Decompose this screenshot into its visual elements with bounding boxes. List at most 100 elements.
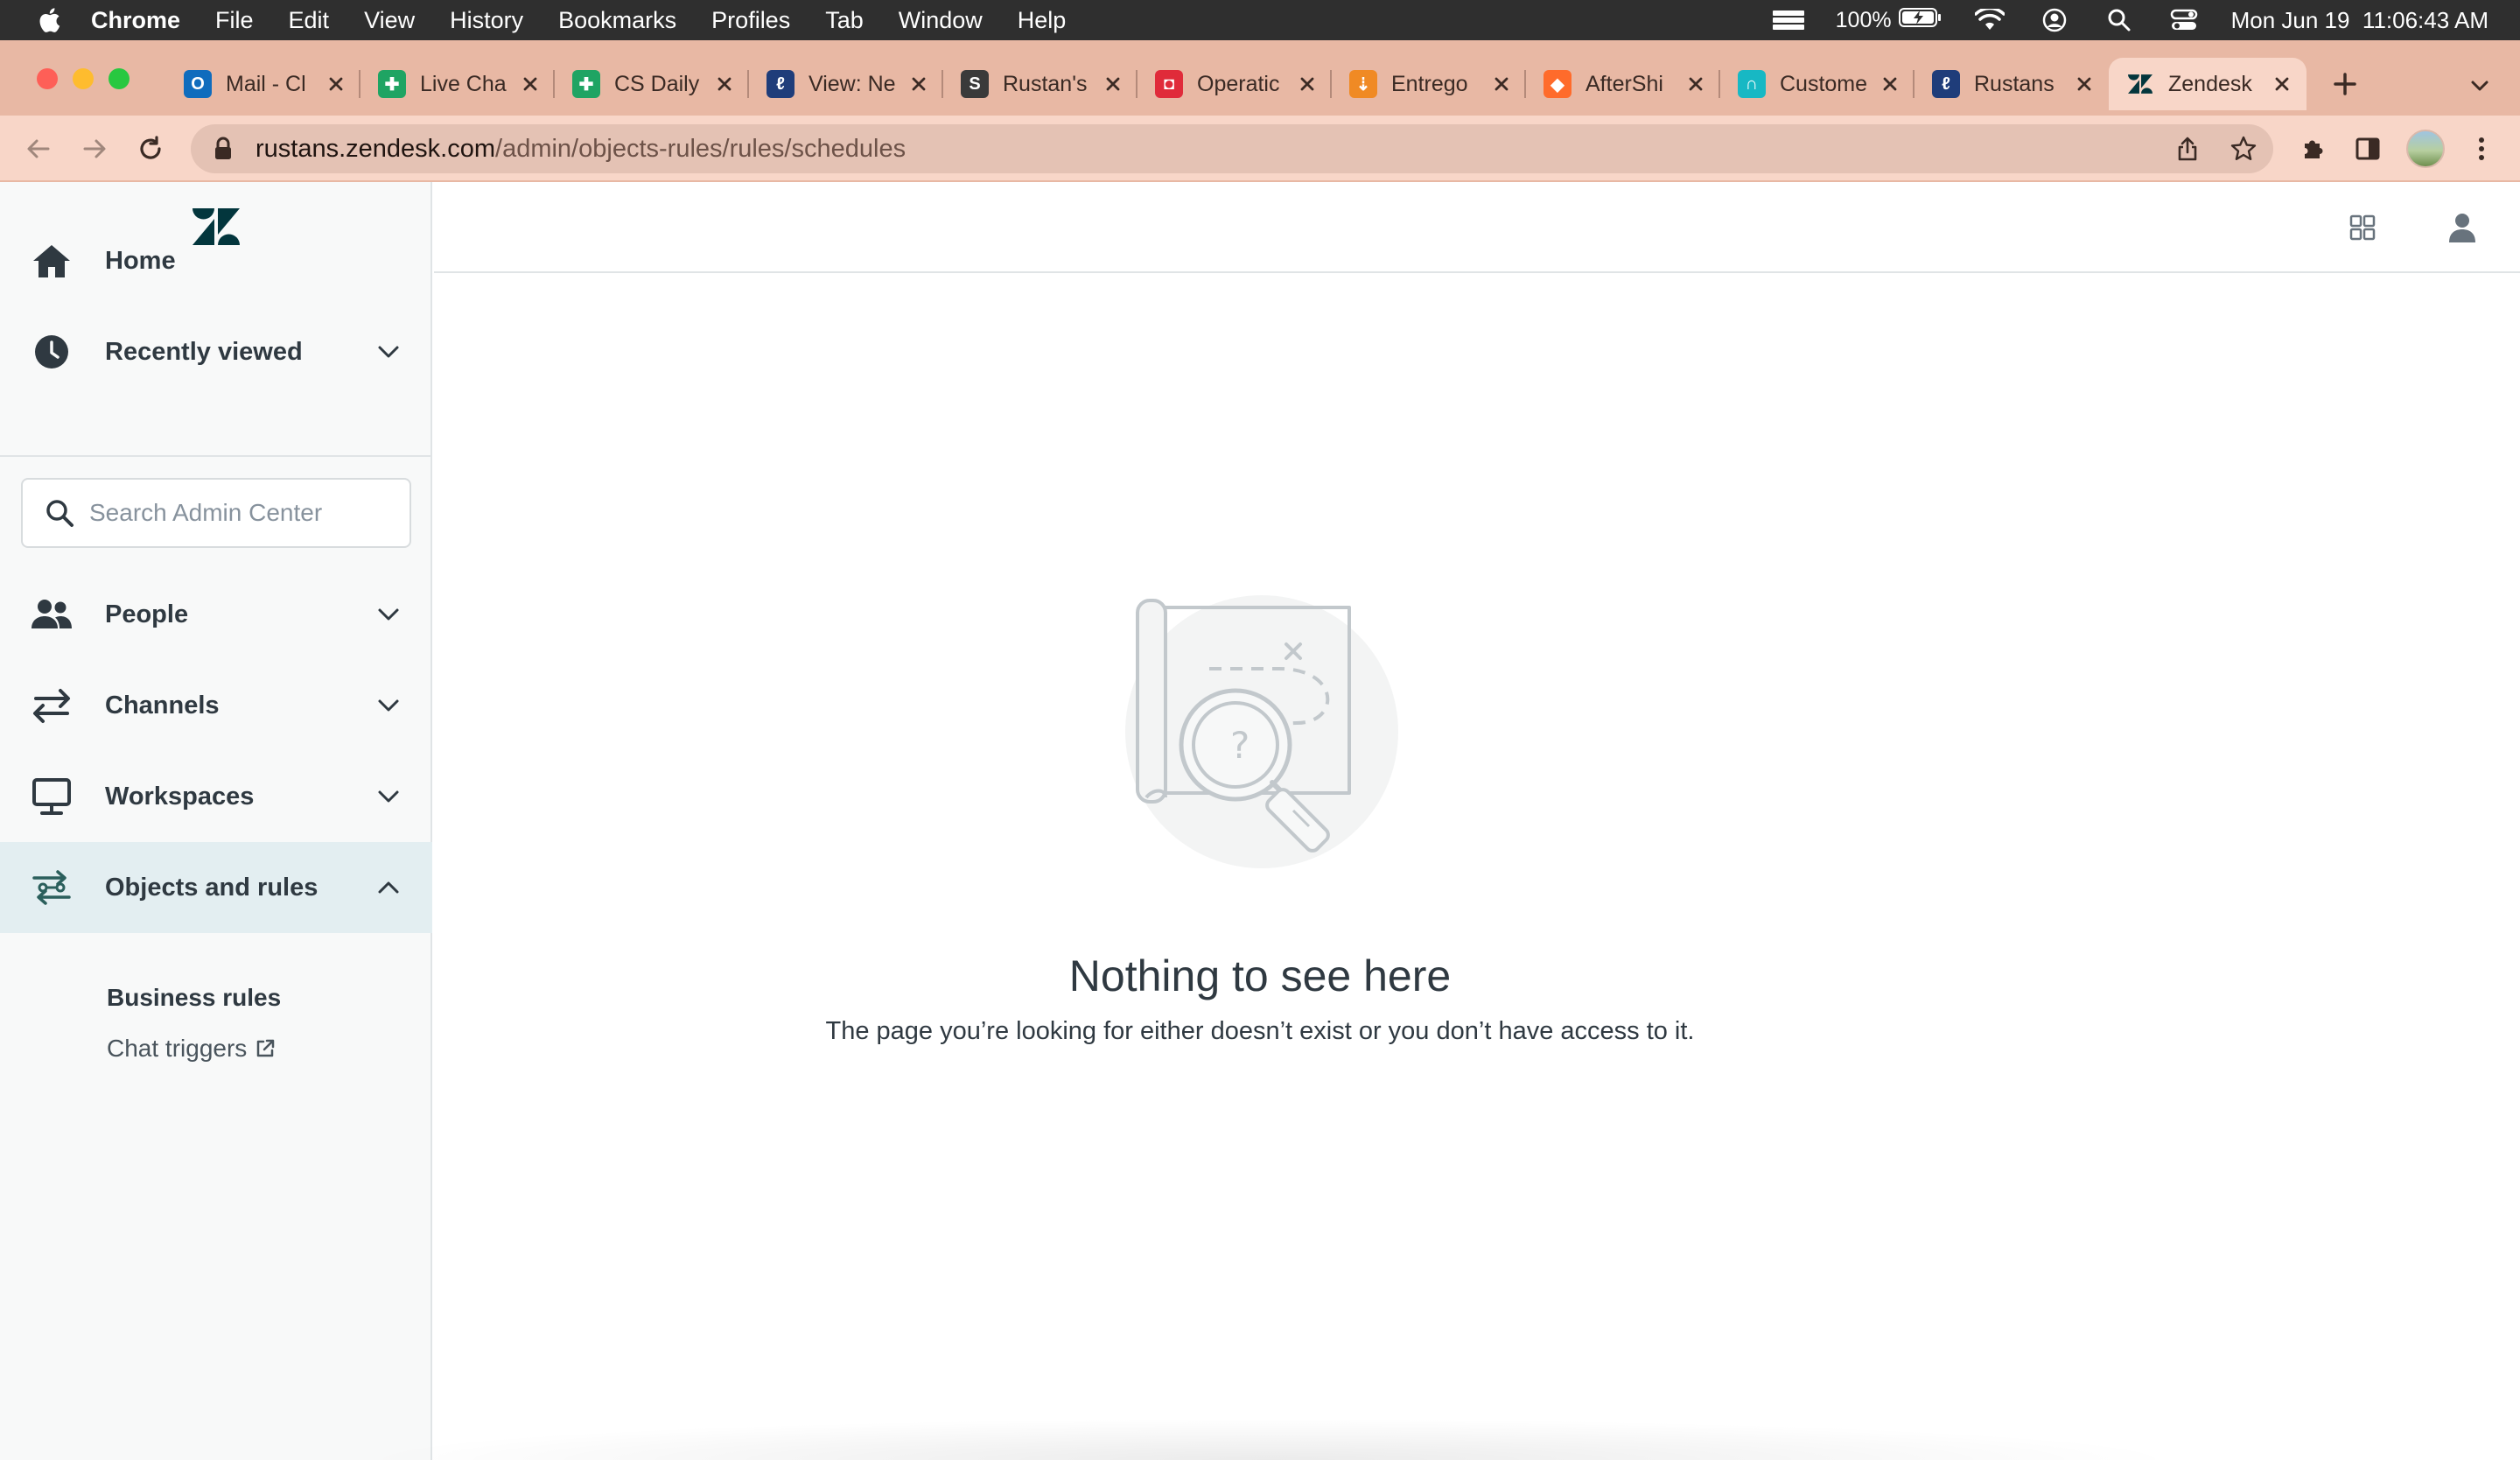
close-tab-icon[interactable] (2270, 72, 2294, 96)
share-icon[interactable] (2170, 131, 2205, 166)
minimize-window-button[interactable] (73, 68, 94, 89)
profile-avatar[interactable] (2406, 130, 2445, 168)
menu-view[interactable]: View (364, 7, 415, 34)
apple-icon[interactable] (33, 4, 65, 36)
browser-tab[interactable]: ◘ Operatic (1138, 58, 1332, 110)
close-tab-icon[interactable] (712, 72, 737, 96)
battery-percent: 100% (1835, 7, 1892, 32)
browser-tab-title: Rustans (1974, 71, 2054, 96)
nav-home[interactable]: Home (0, 215, 432, 306)
admin-search-field[interactable] (21, 478, 411, 548)
browser-tab[interactable]: ℓ Rustans (1914, 58, 2109, 110)
user-profile-icon[interactable] (2443, 208, 2482, 247)
chevron-down-icon[interactable] (374, 691, 402, 719)
close-tab-icon[interactable] (324, 72, 348, 96)
stack-icon[interactable] (1771, 7, 1806, 33)
external-link-icon (254, 1037, 276, 1060)
battery-icon (1898, 7, 1942, 34)
chevron-down-icon[interactable] (374, 338, 402, 366)
url-host: rustans.zendesk.com (256, 134, 496, 163)
reload-button[interactable] (133, 131, 168, 166)
close-tab-icon[interactable] (518, 72, 542, 96)
subnav-chat-triggers[interactable]: Chat triggers (107, 1035, 276, 1063)
side-panel-icon[interactable] (2350, 131, 2385, 166)
product-tray-grid-icon[interactable] (2343, 208, 2382, 247)
forward-button[interactable] (77, 131, 112, 166)
back-button[interactable] (21, 131, 56, 166)
browser-tab[interactable]: ℓ View: Ne (749, 58, 943, 110)
browser-tab[interactable]: O Mail - Cl (166, 58, 360, 110)
browser-tab-title: Custome (1780, 71, 1867, 96)
chevron-down-icon[interactable] (374, 600, 402, 628)
entrego-icon: ⇣ (1349, 70, 1377, 98)
control-center-icon[interactable] (2166, 7, 2202, 33)
subnav-business-rules[interactable]: Business rules (107, 984, 281, 1012)
browser-tab[interactable]: S Rustan's (943, 58, 1138, 110)
close-tab-icon[interactable] (2072, 72, 2096, 96)
browser-tab[interactable]: Zendesk (2109, 58, 2306, 110)
nav-workspaces[interactable]: Workspaces (0, 751, 432, 842)
sidebar-divider (0, 455, 432, 457)
url-path: /admin/objects-rules/rules/schedules (495, 134, 906, 163)
close-tab-icon[interactable] (1295, 72, 1320, 96)
nav-recently-viewed[interactable]: Recently viewed (0, 306, 432, 397)
address-bar[interactable]: rustans.zendesk.com/admin/objects-rules/… (191, 124, 2273, 173)
nav-objects-and-rules[interactable]: Objects and rules (0, 842, 432, 933)
browser-tab[interactable]: ⇣ Entrego (1332, 58, 1526, 110)
subnav-chat-triggers-label: Chat triggers (107, 1035, 248, 1062)
menubar-clock[interactable]: Mon Jun 19 11:06:43 AM (2231, 7, 2488, 34)
browser-tab-title: Entrego (1391, 71, 1468, 96)
empty-state-description: The page you’re looking for either doesn… (825, 1017, 1695, 1045)
browser-tab-title: Mail - Cl (226, 71, 306, 96)
headset-icon: ∩ (1738, 70, 1766, 98)
browser-tab[interactable]: ✚ Live Cha (360, 58, 555, 110)
menu-help[interactable]: Help (1018, 7, 1067, 34)
main-header-bar (434, 182, 2520, 273)
search-icon (42, 495, 77, 530)
menu-history[interactable]: History (450, 7, 523, 34)
menu-tab[interactable]: Tab (825, 7, 864, 34)
menu-file[interactable]: File (215, 7, 254, 34)
close-tab-icon[interactable] (906, 72, 931, 96)
menu-window[interactable]: Window (899, 7, 983, 34)
menu-app-name[interactable]: Chrome (91, 7, 180, 34)
nav-channels[interactable]: Channels (0, 660, 432, 751)
browser-tab-title: CS Daily (614, 71, 700, 96)
close-tab-icon[interactable] (1684, 72, 1708, 96)
chrome-menu-icon[interactable] (2464, 131, 2499, 166)
chevron-up-icon[interactable] (374, 874, 402, 902)
window-controls (37, 68, 130, 89)
nav-channels-label: Channels (105, 691, 220, 719)
nav-home-label: Home (105, 246, 176, 275)
new-tab-button[interactable] (2328, 67, 2362, 102)
close-tab-icon[interactable] (1101, 72, 1125, 96)
tab-search-button[interactable] (2466, 72, 2494, 100)
wifi-icon[interactable] (1972, 7, 2007, 33)
spotlight-search-icon[interactable] (2102, 7, 2137, 33)
menu-profiles[interactable]: Profiles (711, 7, 790, 34)
menu-bookmarks[interactable]: Bookmarks (558, 7, 676, 34)
nav-recently-viewed-label: Recently viewed (105, 337, 303, 366)
home-icon (30, 239, 74, 283)
maximize-window-button[interactable] (108, 68, 130, 89)
browser-tab[interactable]: ✚ CS Daily (555, 58, 749, 110)
close-tab-icon[interactable] (1489, 72, 1514, 96)
menu-edit[interactable]: Edit (289, 7, 330, 34)
browser-tab[interactable]: ◆ AfterShi (1526, 58, 1720, 110)
close-window-button[interactable] (37, 68, 58, 89)
lock-icon[interactable] (210, 136, 236, 162)
user-account-icon[interactable] (2037, 7, 2072, 33)
browser-tab-title: AfterShi (1586, 71, 1663, 96)
browser-tab[interactable]: ∩ Custome (1720, 58, 1914, 110)
admin-search-input[interactable] (89, 499, 387, 527)
nav-people[interactable]: People (0, 569, 432, 660)
objects-rules-icon (30, 866, 74, 909)
shopify-icon: S (961, 70, 989, 98)
chevron-down-icon[interactable] (374, 783, 402, 811)
bottom-shadow (350, 1418, 2188, 1460)
close-tab-icon[interactable] (1878, 72, 1902, 96)
extensions-puzzle-icon[interactable] (2296, 131, 2331, 166)
battery-status[interactable]: 100% (1836, 7, 1942, 34)
nav-objects-and-rules-label: Objects and rules (105, 873, 318, 902)
bookmark-star-icon[interactable] (2226, 131, 2261, 166)
